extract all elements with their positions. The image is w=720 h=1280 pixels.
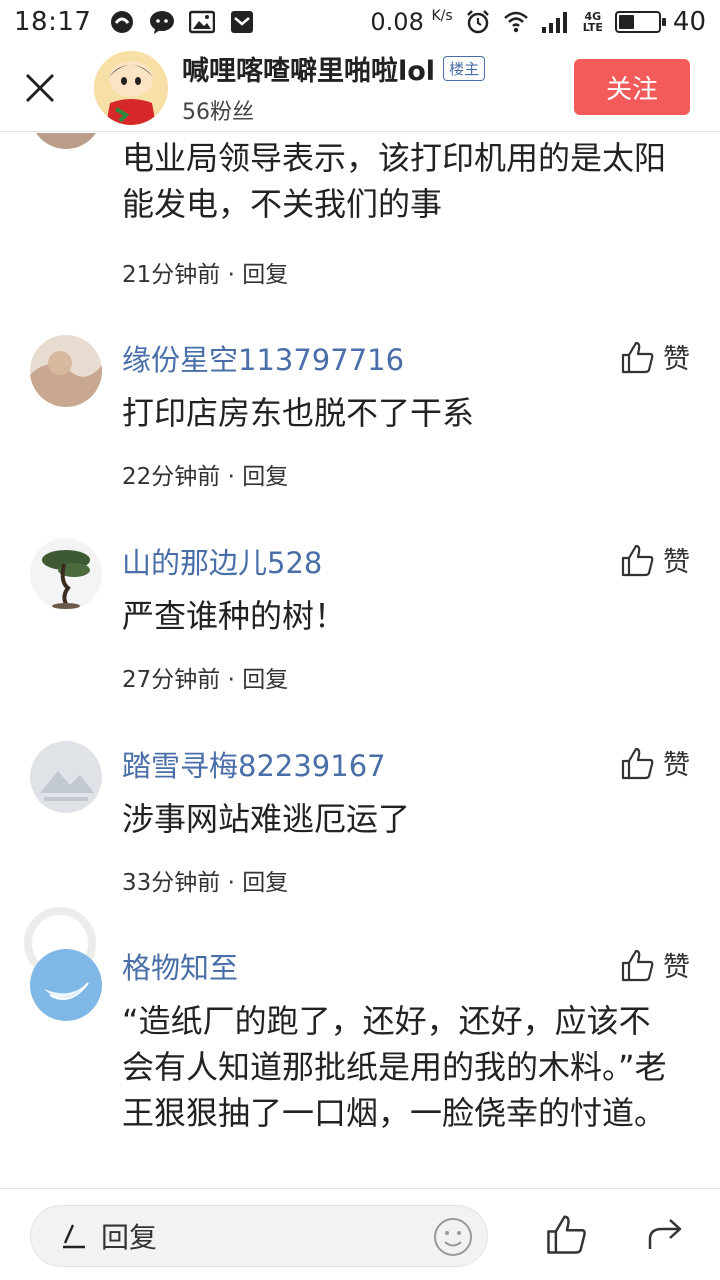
status-time: 18:17	[14, 7, 92, 37]
battery-level: 40	[672, 7, 706, 37]
comment-meta: 33分钟前 · 回复	[122, 870, 289, 896]
post-header: 喊哩喀喳噼里啪啦lol 楼主 56粉丝 关注	[0, 44, 720, 132]
comment-time: 22分钟前	[122, 464, 221, 490]
like-button[interactable]: 赞	[621, 743, 690, 782]
like-label: 赞	[663, 547, 690, 578]
avatar-image	[30, 741, 102, 813]
comment-meta: 27分钟前 · 回复	[122, 667, 289, 693]
avatar-image	[30, 538, 102, 610]
network-speed-unit: K/s	[431, 8, 453, 24]
commenter-avatar[interactable]	[30, 949, 102, 1021]
avatar-image	[30, 949, 102, 1021]
like-button[interactable]: 赞	[621, 540, 690, 579]
like-button[interactable]: 赞	[621, 337, 690, 376]
close-icon	[25, 73, 55, 102]
author-name[interactable]: 喊哩喀喳噼里啪啦lol	[182, 49, 435, 88]
like-label: 赞	[663, 750, 690, 781]
network-type-label: 4G LTE	[582, 10, 603, 34]
chat-icon	[150, 11, 175, 34]
reply-link[interactable]: 回复	[242, 464, 288, 490]
comment-time: 21分钟前	[122, 262, 221, 288]
mail-icon	[231, 11, 254, 33]
thumbs-up-icon	[621, 949, 654, 981]
commenter-avatar[interactable]	[30, 538, 102, 610]
alarm-icon	[466, 10, 489, 34]
commenter-name[interactable]: 格物知至	[122, 945, 238, 987]
reply-placeholder: 回复	[101, 1221, 158, 1254]
notification-icons	[109, 9, 255, 35]
thumbs-up-icon	[621, 544, 654, 576]
network-speed-value: 0.08	[370, 8, 424, 36]
reply-link[interactable]: 回复	[242, 262, 288, 288]
avatar-image	[30, 335, 102, 407]
reply-link[interactable]: 回复	[242, 667, 288, 693]
comment-text: 严查谁种的树！	[122, 597, 347, 635]
cartoon-avatar-image	[94, 50, 168, 125]
close-button[interactable]	[0, 44, 80, 132]
commenter-name[interactable]: 踏雪寻梅82239167	[122, 743, 386, 785]
reply-input[interactable]: 回复	[30, 1205, 488, 1267]
thumbs-up-icon	[621, 341, 654, 373]
comment-meta: 22分钟前 · 回复	[122, 464, 289, 490]
pen-icon	[63, 1224, 85, 1249]
comment-time: 33分钟前	[122, 870, 221, 896]
commenter-avatar[interactable]	[30, 741, 102, 813]
wifi-icon	[503, 11, 528, 33]
comment-text: 电业局领导表示，该打印机用的是太阳能发电，不关我们的事	[122, 139, 667, 223]
comment-meta: 21分钟前 · 回复	[122, 262, 289, 288]
thumbs-up-icon[interactable]	[546, 1213, 588, 1255]
author-name-row: 喊哩喀喳噼里啪啦lol 楼主	[182, 49, 486, 88]
app-notification-icon	[111, 11, 134, 33]
thumbs-up-icon	[621, 747, 654, 779]
author-info: 喊哩喀喳噼里啪啦lol 楼主 56粉丝	[182, 49, 486, 126]
comment-text: “造纸厂的跑了，还好，还好，应该不会有人知道那批纸是用的我的木料。”老王狠狠抽了…	[122, 1002, 667, 1132]
commenter-avatar[interactable]	[30, 335, 102, 407]
bottom-action-bar: 回复	[0, 1188, 720, 1280]
like-label: 赞	[663, 344, 690, 375]
commenter-name[interactable]: 缘份星空113797716	[122, 337, 404, 379]
comment-time: 27分钟前	[122, 667, 221, 693]
fans-count: 56粉丝	[182, 100, 254, 125]
network-speed: 0.08 K/s	[370, 8, 452, 36]
share-icon[interactable]	[646, 1213, 686, 1253]
like-button[interactable]: 赞	[621, 945, 690, 984]
network-type: 4G	[584, 10, 602, 23]
commenter-name[interactable]: 山的那边儿528	[122, 540, 322, 582]
signal-icon	[541, 12, 567, 33]
battery-fill	[618, 15, 634, 29]
comment-text: 打印店房东也脱不了干系	[122, 394, 475, 432]
comment-list: 电业局领导表示，该打印机用的是太阳能发电，不关我们的事 21分钟前 · 回复 缘…	[0, 133, 720, 1188]
emoji-icon[interactable]	[433, 1217, 473, 1257]
avatar-image	[30, 133, 102, 149]
follow-button[interactable]: 关注	[574, 59, 690, 115]
owner-badge: 楼主	[443, 56, 486, 81]
like-label: 赞	[663, 952, 690, 983]
commenter-avatar[interactable]	[30, 133, 102, 149]
reply-link[interactable]: 回复	[242, 870, 288, 896]
battery-icon	[614, 11, 666, 33]
status-bar: 18:17 0.08 K/s 4G LTE 40	[0, 0, 720, 44]
author-avatar[interactable]	[94, 50, 168, 125]
comment-text: 涉事网站难逃厄运了	[122, 800, 411, 838]
image-icon	[189, 10, 216, 34]
